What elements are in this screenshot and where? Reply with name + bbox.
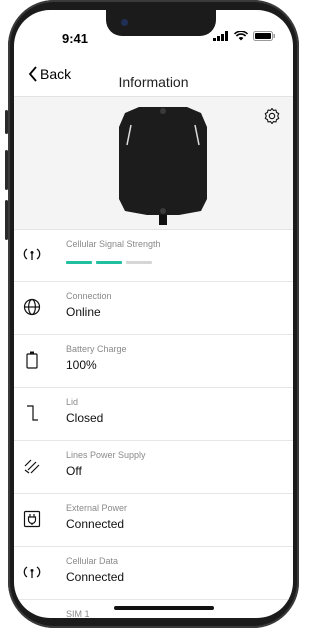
connection-label: Connection [66,291,112,301]
cellular-data-row: Cellular Data Connected [14,547,293,600]
lines-power-value: Off [66,464,82,478]
wifi-icon [234,31,248,41]
lid-label: Lid [66,397,79,407]
external-power-row: External Power Connected [14,494,293,547]
page-title: Information [118,74,189,90]
connection-row: Connection Online [14,282,293,335]
volume-up-button [5,150,8,190]
settings-gear-icon[interactable] [263,107,281,130]
app-screen: 9:41 Back Information Cellular Signal St… [14,10,293,618]
signal-bar-3 [126,261,152,264]
lid-row: Lid Closed [14,388,293,441]
cellular-data-label: Cellular Data [66,556,119,566]
cellular-data-value: Connected [66,570,125,584]
status-icons [213,31,275,41]
signal-strength-bars [66,261,152,264]
lid-value: Closed [66,411,104,425]
status-time: 9:41 [62,31,89,46]
home-indicator [114,606,214,610]
lines-power-icon [22,455,42,477]
battery-value: 100% [66,358,97,372]
cellular-signal-icon [22,243,42,265]
notch [106,10,216,36]
lines-power-label: Lines Power Supply [66,450,146,460]
signal-bar-2 [96,261,122,264]
device-panel [14,96,293,230]
lines-power-row: Lines Power Supply Off [14,441,293,494]
external-power-label: External Power [66,503,128,513]
signal-strength-row: Cellular Signal Strength [14,229,293,282]
device-image [119,107,207,225]
battery-row: Battery Charge 100% [14,335,293,388]
battery-status-icon [253,31,275,41]
status-bar: 9:41 [14,10,293,50]
battery-label: Battery Charge [66,344,127,354]
mute-switch [5,110,8,134]
connection-value: Online [66,305,101,319]
cellular-data-icon [22,561,42,583]
sim1-label: SIM 1 [66,609,90,618]
signal-bar-1 [66,261,92,264]
external-power-value: Connected [66,517,125,531]
info-list: Cellular Signal Strength Connection Onli… [14,229,293,618]
external-power-icon [22,508,42,530]
globe-icon [22,296,42,318]
lid-icon [22,402,42,424]
cellular-bars-icon [213,31,228,41]
battery-icon [22,349,42,371]
front-camera [121,19,128,26]
nav-bar: Back Information [14,56,293,96]
signal-strength-label: Cellular Signal Strength [66,239,161,249]
volume-down-button [5,200,8,240]
